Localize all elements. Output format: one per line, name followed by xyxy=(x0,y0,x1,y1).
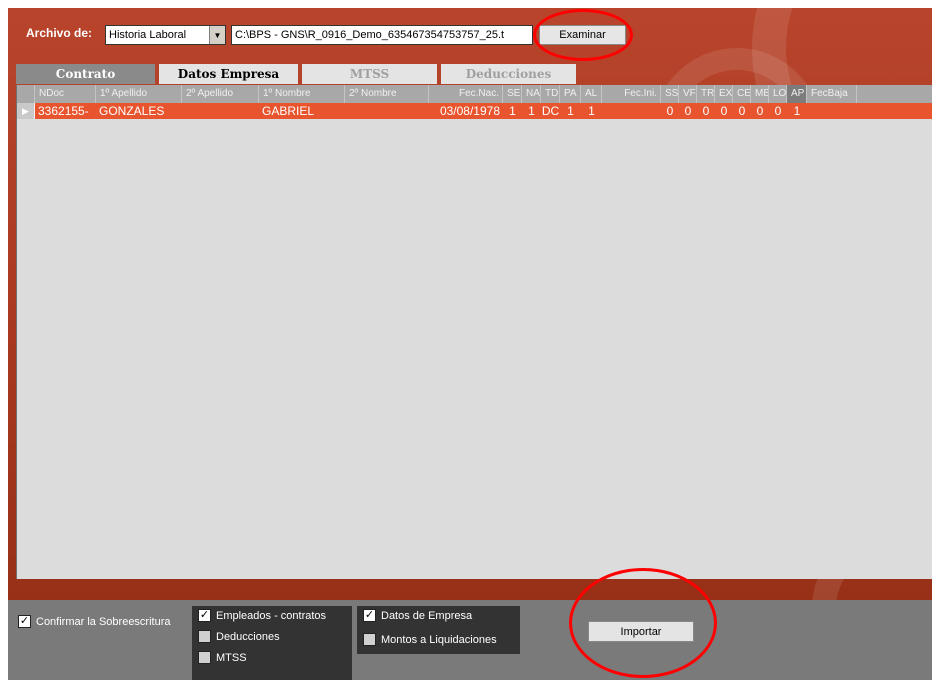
archivo-select-value: Historia Laboral xyxy=(109,29,187,41)
row-header-corner xyxy=(17,85,35,103)
check-icon[interactable]: ✓ xyxy=(198,609,211,622)
empleados-label: Empleados - contratos xyxy=(216,609,327,622)
archivo-label: Archivo de: xyxy=(26,26,93,40)
tab-contrato[interactable]: Contrato xyxy=(16,64,155,84)
cell-pa[interactable]: 1 xyxy=(560,103,581,119)
column-header[interactable]: VF xyxy=(679,85,697,103)
cell-fec-ini[interactable] xyxy=(602,103,661,119)
checkbox-unchecked-icon[interactable] xyxy=(363,633,376,646)
column-header[interactable]: LO xyxy=(769,85,787,103)
column-header[interactable]: FecBaja xyxy=(807,85,857,103)
column-header[interactable]: SS xyxy=(661,85,679,103)
cell-tr[interactable]: 0 xyxy=(697,103,715,119)
cell-nombre1[interactable]: GABRIEL xyxy=(259,103,345,119)
checkbox-unchecked-icon[interactable] xyxy=(198,630,211,643)
import-window: Archivo de: Historia Laboral ▼ C:\BPS - … xyxy=(8,8,932,680)
cell-apellido1[interactable]: GONZALES xyxy=(96,103,182,119)
cell-ss[interactable]: 0 xyxy=(661,103,679,119)
column-header[interactable]: 1º Nombre xyxy=(259,85,345,103)
cell-ndoc[interactable]: 3362155- xyxy=(35,103,96,119)
cell-ap[interactable]: 1 xyxy=(787,103,807,119)
column-header[interactable]: 1º Apellido xyxy=(96,85,182,103)
deducciones-label: Deducciones xyxy=(216,630,280,643)
tab-deducciones[interactable]: Deducciones xyxy=(441,64,576,84)
column-header[interactable]: AL xyxy=(581,85,602,103)
column-header[interactable]: MB xyxy=(751,85,769,103)
montos-label: Montos a Liquidaciones xyxy=(381,633,497,646)
deducciones-checkbox-row[interactable]: Deducciones xyxy=(198,630,280,643)
cell-apellido2[interactable] xyxy=(182,103,259,119)
file-path-input[interactable]: C:\BPS - GNS\R_0916_Demo_635467354753757… xyxy=(231,25,533,45)
cell-vf[interactable]: 0 xyxy=(679,103,697,119)
tab-bar: Contrato Datos Empresa MTSS Deducciones xyxy=(16,64,580,84)
column-header[interactable]: PA xyxy=(560,85,581,103)
table-row[interactable]: ▶ 3362155- GONZALES GABRIEL 03/08/1978 1… xyxy=(17,103,932,119)
cell-nombre2[interactable] xyxy=(345,103,429,119)
confirmar-checkbox-row[interactable]: ✓ Confirmar la Sobreescritura xyxy=(18,615,171,628)
checkbox-unchecked-icon[interactable] xyxy=(198,651,211,664)
column-header[interactable]: Fec.Ini. xyxy=(602,85,661,103)
cell-ex[interactable]: 0 xyxy=(715,103,733,119)
cell-fec-nac[interactable]: 03/08/1978 xyxy=(429,103,503,119)
tab-datos-empresa[interactable]: Datos Empresa xyxy=(159,64,298,84)
archivo-type-select[interactable]: Historia Laboral ▼ xyxy=(105,25,226,45)
cell-fec-baja[interactable] xyxy=(807,103,857,119)
column-header[interactable]: AP xyxy=(787,85,807,103)
cell-se[interactable]: 1 xyxy=(503,103,522,119)
mtss-checkbox-row[interactable]: MTSS xyxy=(198,651,247,664)
column-header[interactable]: EX xyxy=(715,85,733,103)
column-header[interactable]: SE xyxy=(503,85,522,103)
tab-mtss[interactable]: MTSS xyxy=(302,64,437,84)
column-header[interactable]: CE xyxy=(733,85,751,103)
datos-empresa-label: Datos de Empresa xyxy=(381,609,473,622)
check-icon[interactable]: ✓ xyxy=(363,609,376,622)
column-header[interactable]: TD xyxy=(541,85,560,103)
cell-ce[interactable]: 0 xyxy=(733,103,751,119)
import-scope-group: ✓ Empleados - contratos Deducciones MTSS xyxy=(192,606,352,680)
column-header[interactable]: 2º Apellido xyxy=(182,85,259,103)
empresa-scope-group: ✓ Datos de Empresa Montos a Liquidacione… xyxy=(357,606,520,654)
cell-mb[interactable]: 0 xyxy=(751,103,769,119)
empleados-checkbox-row[interactable]: ✓ Empleados - contratos xyxy=(198,609,326,622)
column-header[interactable]: NA xyxy=(522,85,541,103)
cell-lo[interactable]: 0 xyxy=(769,103,787,119)
column-header[interactable]: Fec.Nac. xyxy=(429,85,503,103)
top-panel: Archivo de: Historia Laboral ▼ C:\BPS - … xyxy=(8,8,932,600)
row-pointer-icon: ▶ xyxy=(17,103,35,119)
montos-checkbox-row[interactable]: Montos a Liquidaciones xyxy=(363,633,497,646)
check-icon[interactable]: ✓ xyxy=(18,615,31,628)
column-header[interactable]: NDoc xyxy=(35,85,96,103)
highlight-circle xyxy=(533,9,633,61)
mtss-label: MTSS xyxy=(216,651,247,664)
contracts-grid[interactable]: NDoc 1º Apellido 2º Apellido 1º Nombre 2… xyxy=(16,85,932,579)
cell-td[interactable]: DC xyxy=(541,103,560,119)
cell-na[interactable]: 1 xyxy=(522,103,541,119)
grid-header: NDoc 1º Apellido 2º Apellido 1º Nombre 2… xyxy=(17,85,932,103)
datos-empresa-checkbox-row[interactable]: ✓ Datos de Empresa xyxy=(363,609,472,622)
column-header[interactable]: TR xyxy=(697,85,715,103)
cell-al[interactable]: 1 xyxy=(581,103,602,119)
highlight-circle xyxy=(569,568,717,678)
chevron-down-icon[interactable]: ▼ xyxy=(209,26,225,44)
confirmar-label: Confirmar la Sobreescritura xyxy=(36,615,171,628)
options-panel: ✓ Confirmar la Sobreescritura ✓ Empleado… xyxy=(8,600,932,680)
column-header[interactable]: 2º Nombre xyxy=(345,85,429,103)
